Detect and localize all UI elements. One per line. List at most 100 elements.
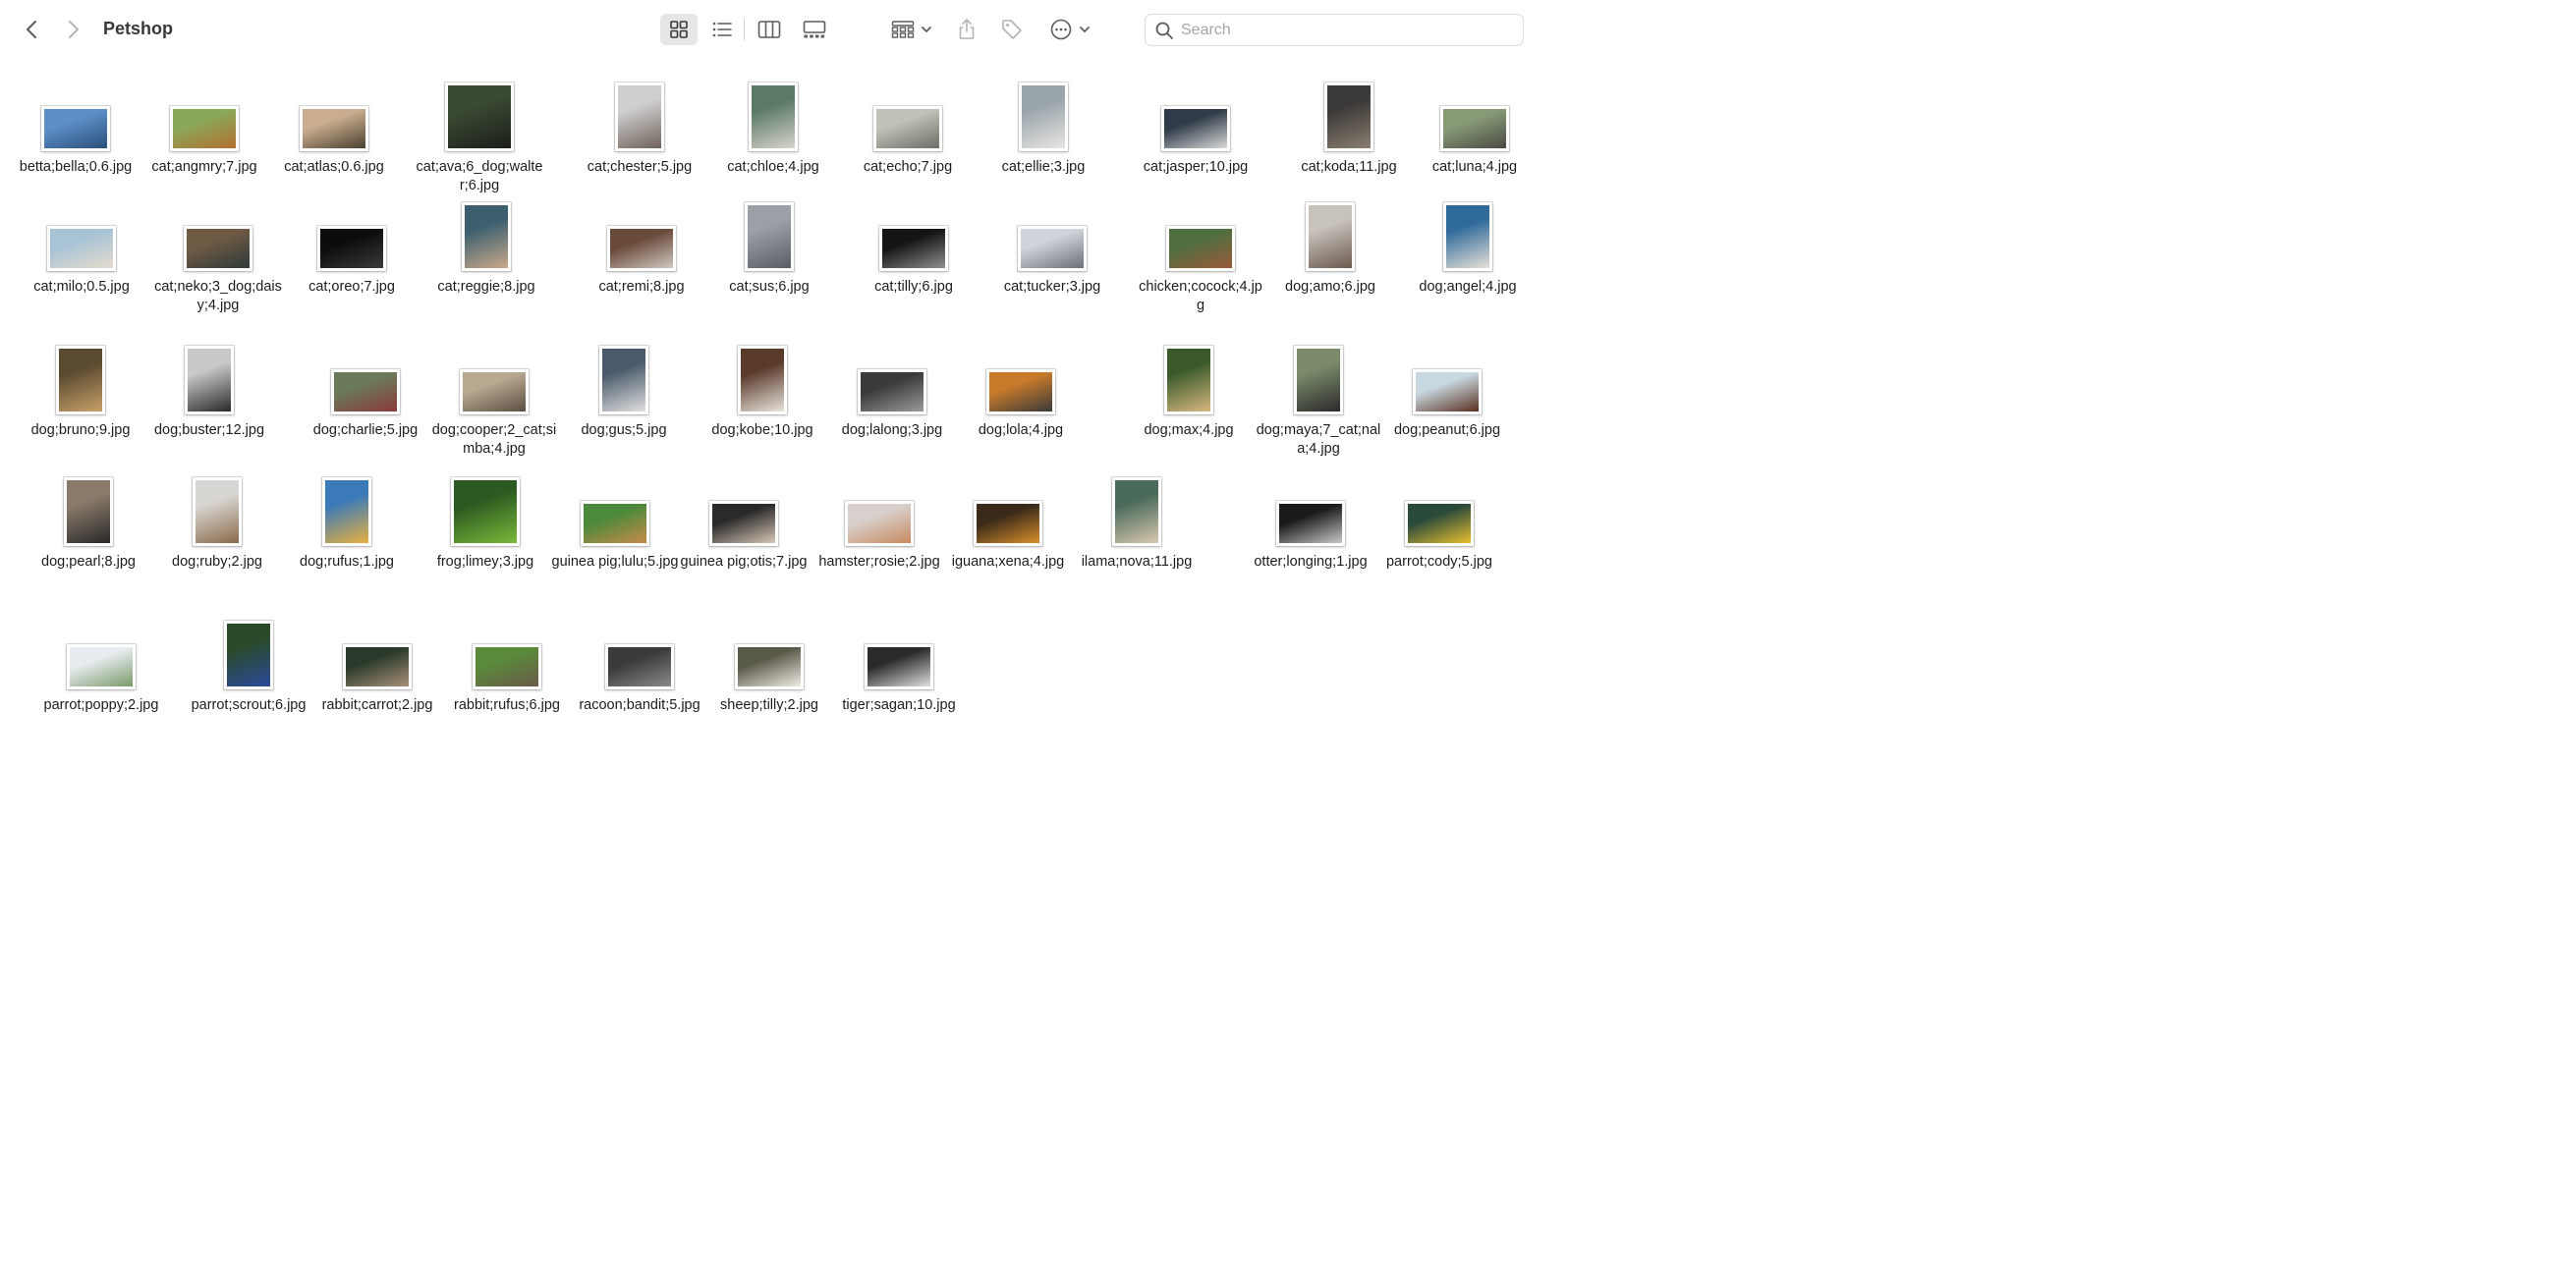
file-name-label[interactable]: cat;echo;7.jpg [843,158,973,177]
image-thumbnail[interactable] [581,501,649,546]
file-name-label[interactable]: cat;tucker;3.jpg [987,278,1117,297]
file-item[interactable]: cat;atlas;0.6.jpg [269,75,399,177]
gallery-view-button[interactable] [796,14,833,45]
image-thumbnail[interactable] [974,501,1042,546]
file-name-label[interactable]: frog;limey;3.jpg [420,553,550,572]
file-item[interactable]: cat;ava;6_dog;walter;6.jpg [415,75,544,195]
image-thumbnail[interactable] [343,644,412,689]
file-name-label[interactable]: cat;angmry;7.jpg [140,158,269,177]
image-thumbnail[interactable] [1161,106,1230,151]
image-thumbnail[interactable] [1276,501,1345,546]
file-item[interactable]: dog;max;4.jpg [1124,338,1254,440]
image-thumbnail[interactable] [473,644,541,689]
file-name-label[interactable]: guinea pig;otis;7.jpg [679,553,809,572]
file-name-label[interactable]: ilama;nova;11.jpg [1072,553,1202,572]
image-thumbnail[interactable] [599,346,648,414]
file-item[interactable]: iguana;xena;4.jpg [943,469,1073,572]
file-item[interactable]: dog;maya;7_cat;nala;4.jpg [1254,338,1383,459]
file-item[interactable]: cat;angmry;7.jpg [140,75,269,177]
file-name-label[interactable]: dog;cooper;2_cat;simba;4.jpg [429,421,559,459]
file-item[interactable]: dog;pearl;8.jpg [24,469,153,572]
image-thumbnail[interactable] [224,621,273,689]
file-name-label[interactable]: tiger;sagan;10.jpg [834,696,964,715]
file-name-label[interactable]: cat;ellie;3.jpg [979,158,1108,177]
file-name-label[interactable]: cat;ava;6_dog;walter;6.jpg [415,158,544,195]
file-name-label[interactable]: chicken;cocock;4.jpg [1136,278,1265,315]
image-thumbnail[interactable] [184,226,252,271]
file-name-label[interactable]: cat;jasper;10.jpg [1131,158,1260,177]
file-name-label[interactable]: dog;lalong;3.jpg [827,421,957,440]
file-item[interactable]: sheep;tilly;2.jpg [704,613,834,715]
image-thumbnail[interactable] [56,346,105,414]
image-thumbnail[interactable] [64,477,113,546]
image-thumbnail[interactable] [749,82,798,151]
more-actions-button[interactable] [1046,14,1093,45]
image-thumbnail[interactable] [1294,346,1343,414]
image-thumbnail[interactable] [738,346,787,414]
image-thumbnail[interactable] [445,82,514,151]
file-name-label[interactable]: dog;ruby;2.jpg [152,553,282,572]
image-thumbnail[interactable] [1443,202,1492,271]
image-thumbnail[interactable] [1112,477,1161,546]
file-name-label[interactable]: betta;bella;0.6.jpg [11,158,140,177]
image-thumbnail[interactable] [41,106,110,151]
image-thumbnail[interactable] [460,369,529,414]
file-item[interactable]: cat;chester;5.jpg [575,75,704,177]
image-thumbnail[interactable] [67,644,136,689]
file-item[interactable]: parrot;poppy;2.jpg [36,613,166,715]
image-thumbnail[interactable] [845,501,914,546]
file-name-label[interactable]: dog;bruno;9.jpg [16,421,145,440]
file-item[interactable]: dog;amo;6.jpg [1265,194,1395,297]
image-thumbnail[interactable] [317,226,386,271]
image-thumbnail[interactable] [1306,202,1355,271]
image-thumbnail[interactable] [745,202,794,271]
file-item[interactable]: parrot;cody;5.jpg [1374,469,1504,572]
file-item[interactable]: racoon;bandit;5.jpg [575,613,704,715]
file-name-label[interactable]: iguana;xena;4.jpg [943,553,1073,572]
file-name-label[interactable]: dog;maya;7_cat;nala;4.jpg [1254,421,1383,459]
file-name-label[interactable]: cat;oreo;7.jpg [287,278,417,297]
file-name-label[interactable]: parrot;scrout;6.jpg [184,696,313,715]
image-thumbnail[interactable] [1405,501,1474,546]
file-item[interactable]: dog;kobe;10.jpg [698,338,827,440]
file-name-label[interactable]: dog;rufus;1.jpg [282,553,412,572]
file-item[interactable]: cat;chloe;4.jpg [708,75,838,177]
file-item[interactable]: dog;angel;4.jpg [1403,194,1533,297]
file-name-label[interactable]: dog;peanut;6.jpg [1382,421,1512,440]
file-name-label[interactable]: parrot;poppy;2.jpg [36,696,166,715]
list-view-button[interactable] [705,14,739,45]
image-thumbnail[interactable] [986,369,1055,414]
file-name-label[interactable]: cat;chester;5.jpg [575,158,704,177]
file-item[interactable]: cat;echo;7.jpg [843,75,973,177]
file-item[interactable]: cat;reggie;8.jpg [421,194,551,297]
file-item[interactable]: dog;buster;12.jpg [144,338,274,440]
image-thumbnail[interactable] [1164,346,1213,414]
file-name-label[interactable]: cat;sus;6.jpg [704,278,834,297]
search-field[interactable] [1145,14,1524,46]
image-thumbnail[interactable] [1018,226,1087,271]
forward-button[interactable] [60,14,87,45]
image-thumbnail[interactable] [879,226,948,271]
file-item[interactable]: ilama;nova;11.jpg [1072,469,1202,572]
image-thumbnail[interactable] [607,226,676,271]
image-thumbnail[interactable] [1166,226,1235,271]
share-button[interactable] [953,14,980,45]
image-thumbnail[interactable] [193,477,242,546]
file-name-label[interactable]: dog;pearl;8.jpg [24,553,153,572]
file-item[interactable]: cat;luna;4.jpg [1410,75,1540,177]
file-name-label[interactable]: rabbit;carrot;2.jpg [312,696,442,715]
file-name-label[interactable]: dog;max;4.jpg [1124,421,1254,440]
file-name-label[interactable]: dog;charlie;5.jpg [301,421,430,440]
image-thumbnail[interactable] [709,501,778,546]
image-thumbnail[interactable] [170,106,239,151]
file-item[interactable]: dog;rufus;1.jpg [282,469,412,572]
file-item[interactable]: betta;bella;0.6.jpg [11,75,140,177]
file-item[interactable]: dog;charlie;5.jpg [301,338,430,440]
file-item[interactable]: cat;jasper;10.jpg [1131,75,1260,177]
file-name-label[interactable]: cat;chloe;4.jpg [708,158,838,177]
file-name-label[interactable]: dog;gus;5.jpg [559,421,689,440]
file-item[interactable]: guinea pig;otis;7.jpg [679,469,809,572]
file-name-label[interactable]: cat;atlas;0.6.jpg [269,158,399,177]
file-name-label[interactable]: dog;buster;12.jpg [144,421,274,440]
file-item[interactable]: dog;bruno;9.jpg [16,338,145,440]
